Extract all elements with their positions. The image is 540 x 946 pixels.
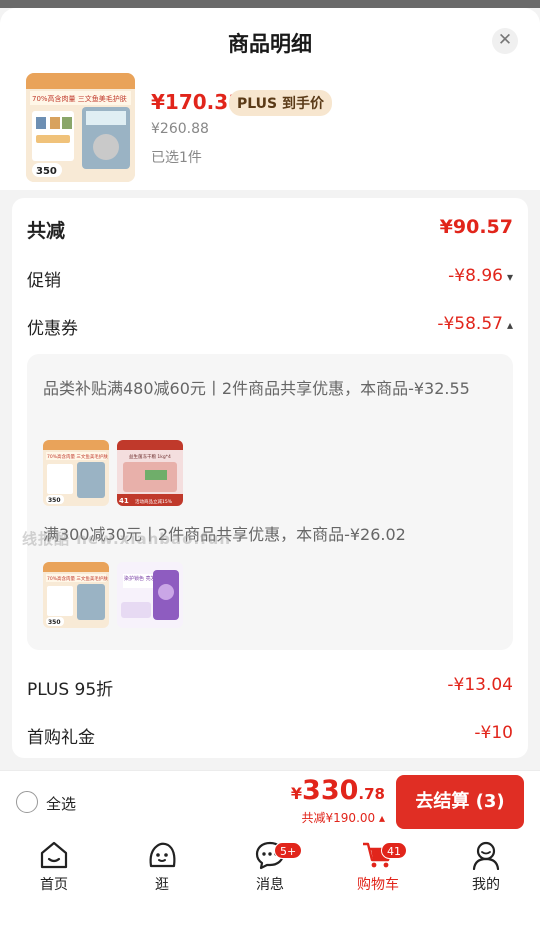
total-price-yen: ¥: [290, 784, 303, 803]
tab-cart-label: 购物车: [357, 877, 399, 893]
total-discount-label: 共减: [27, 220, 66, 242]
close-icon[interactable]: ✕: [492, 28, 518, 54]
home-icon: [40, 841, 68, 869]
explore-face-icon: [149, 842, 176, 868]
chevron-up-icon: ▴: [506, 318, 513, 332]
coupon-item-1-product-b[interactable]: 益生菌冻干粮 1kg*4 41 活动商品立减15%: [117, 440, 183, 506]
select-all-radio[interactable]: [16, 791, 38, 813]
bottom-tab-bar: 首页 逛 消息 5+ 购物车 41 我的: [0, 832, 540, 946]
plus-discount-label: PLUS 95折: [27, 680, 114, 700]
tab-messages[interactable]: 消息 5+: [230, 840, 310, 894]
status-bar-strip: [0, 0, 540, 8]
tab-home-label: 首页: [40, 877, 68, 893]
coupon-value-wrap: -¥58.57 ▴: [437, 314, 513, 334]
mini-a-weight: 350: [48, 497, 61, 504]
mini-c-weight: 350: [48, 619, 61, 626]
plus-price-tag: PLUS 到手价: [229, 90, 333, 116]
promo-row[interactable]: 促销 -¥8.96 ▾: [27, 266, 513, 291]
checkout-button[interactable]: 去结算 (3): [396, 775, 524, 829]
coupon-label: 优惠券: [27, 319, 78, 339]
coupon-value: -¥58.57: [437, 314, 503, 334]
detail-sheet: 商品明细 ✕ 70%高含肉量 三文鱼美毛护肤 350 ¥170.31 PLUS …: [0, 8, 540, 770]
promo-value-wrap: -¥8.96 ▾: [448, 266, 513, 286]
sheet-header: 商品明细 ✕ 70%高含肉量 三文鱼美毛护肤 350 ¥170.31 PLUS …: [0, 8, 540, 190]
coupon-item-1-text: 品类补贴满480减60元丨2件商品共享优惠，本商品-¥32.55: [43, 379, 470, 398]
mini-b-promo: 活动商品立减15%: [135, 498, 173, 505]
promo-label: 促销: [27, 271, 61, 291]
total-discount-summary-text: 共减¥190.00: [301, 811, 376, 825]
gift-label: 首购礼金: [27, 728, 95, 748]
watermark: 线报酷 new.xianbao.fun: [22, 530, 232, 548]
tab-cart[interactable]: 购物车 41: [338, 840, 418, 894]
cart-badge: 41: [381, 842, 407, 859]
tab-explore[interactable]: 逛: [122, 840, 202, 894]
messages-badge: 5+: [274, 842, 303, 859]
tab-home[interactable]: 首页: [14, 840, 94, 894]
thumb-text: 70%高含肉量 三文鱼美毛护肤: [32, 94, 127, 103]
coupon-row[interactable]: 优惠券 -¥58.57 ▴: [27, 314, 513, 339]
coupon-detail-box: 品类补贴满480减60元丨2件商品共享优惠，本商品-¥32.55 70%高含肉量…: [27, 354, 513, 650]
profile-icon: [472, 841, 500, 870]
mini-b-text: 益生菌冻干粮 1kg*4: [129, 453, 171, 460]
mini-a-text: 70%高含肉量 三文鱼美毛护肤: [47, 453, 108, 460]
mini-c-text: 70%高含肉量 三文鱼美毛护肤: [47, 575, 108, 582]
chevron-up-icon: ▴: [375, 811, 385, 825]
tab-profile[interactable]: 我的: [446, 840, 526, 894]
select-all-label[interactable]: 全选: [46, 793, 76, 814]
chevron-down-icon: ▾: [506, 270, 513, 284]
tab-explore-label: 逛: [155, 877, 169, 893]
total-price-dec: .78: [358, 785, 385, 803]
total-price: ¥330.78: [291, 775, 385, 806]
plus-discount-row: PLUS 95折 -¥13.04: [27, 675, 513, 700]
tab-messages-label: 消息: [256, 877, 284, 893]
discount-card: 共减 ¥90.57 促销 -¥8.96 ▾ 优惠券 -¥58.57 ▴ 品类补贴满4…: [12, 198, 528, 758]
sheet-title: 商品明细: [228, 32, 312, 56]
promo-value: -¥8.96: [448, 266, 503, 286]
total-price-int: 330: [302, 775, 359, 806]
product-thumbnail[interactable]: 70%高含肉量 三文鱼美毛护肤 350: [26, 73, 135, 182]
gift-value: -¥10: [474, 723, 513, 743]
thumb-weight: 350: [36, 166, 57, 177]
coupon-item-2-product-a[interactable]: 70%高含肉量 三文鱼美毛护肤 350: [43, 562, 109, 628]
total-discount-row: 共减 ¥90.57: [27, 216, 513, 243]
coupon-item-2-product-b[interactable]: 染护锁色 亮发无忧: [117, 562, 183, 628]
mini-b-price: 41: [119, 497, 129, 505]
total-discount-summary[interactable]: 共减¥190.00 ▴: [302, 809, 385, 826]
first-purchase-gift-row: 首购礼金 -¥10: [27, 723, 513, 748]
plus-discount-value: -¥13.04: [447, 675, 513, 695]
checkout-bar: 全选 ¥330.78 共减¥190.00 ▴ 去结算 (3): [0, 770, 540, 832]
tab-profile-label: 我的: [472, 877, 500, 893]
total-discount-value: ¥90.57: [439, 216, 513, 238]
original-price: ¥260.88: [151, 121, 209, 137]
selected-count: 已选1件: [151, 150, 202, 166]
coupon-item-1-product-a[interactable]: 70%高含肉量 三文鱼美毛护肤 350: [43, 440, 109, 506]
